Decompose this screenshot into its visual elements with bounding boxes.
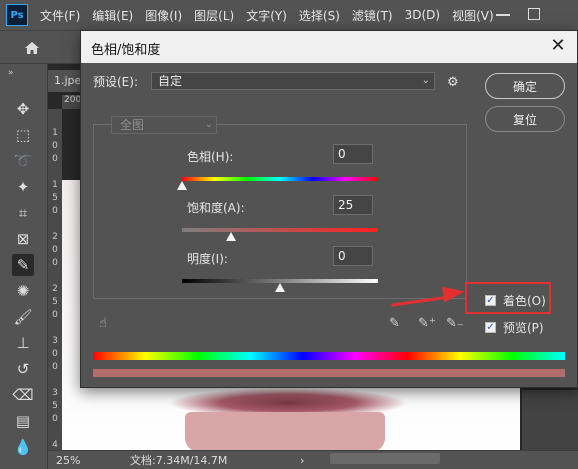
status-bar: 25% 文档:7.34M/14.7M › [48, 450, 578, 469]
marquee-tool-icon[interactable]: ⬚ [12, 124, 34, 146]
menu-type[interactable]: 文字(Y) [240, 7, 293, 24]
eyedropper-plus-icon[interactable]: ✎⁺ [418, 316, 436, 331]
channel-value: 全图 [120, 118, 145, 132]
menu-edit[interactable]: 编辑(E) [86, 7, 139, 24]
horizontal-scrollbar[interactable] [330, 453, 440, 464]
preset-value: 自定 [158, 74, 183, 88]
document-info: 文档:7.34M/14.7M [130, 454, 228, 467]
ok-button[interactable]: 确定 [485, 73, 565, 99]
saturation-slider-thumb[interactable] [226, 232, 236, 241]
hand-icon[interactable]: ☝ [99, 316, 107, 331]
saturation-label: 饱和度(A): [187, 201, 245, 215]
preview-checkbox[interactable]: ✓ [485, 322, 496, 333]
channel-select[interactable]: 全图 ⌄ [111, 116, 217, 134]
lightness-label: 明度(I): [187, 252, 228, 266]
crop-tool-icon[interactable]: ⌗ [12, 202, 34, 224]
hue-input[interactable]: 0 [333, 144, 373, 164]
pot-image [185, 412, 385, 452]
dialog-title: 色相/饱和度 [81, 31, 577, 63]
annotation-arrow-head [441, 283, 467, 303]
hue-label: 色相(H): [187, 150, 234, 164]
gradient-tool-icon[interactable]: ▤ [12, 410, 34, 432]
zoom-level[interactable]: 25% [56, 454, 116, 467]
window-minimize-button[interactable] [496, 14, 510, 16]
colorize-checkbox[interactable]: ✓ [485, 295, 496, 306]
input-color-bar [93, 352, 565, 360]
photoshop-logo: Ps [6, 4, 28, 26]
status-expand-icon[interactable]: › [300, 454, 304, 467]
lightness-slider-thumb[interactable] [275, 283, 285, 292]
chevron-down-icon: ⌄ [421, 75, 430, 86]
magic-wand-tool-icon[interactable]: ✦ [12, 176, 34, 198]
preview-label[interactable]: 预览(P) [503, 319, 544, 336]
home-icon[interactable] [24, 41, 40, 55]
hue-saturation-dialog: 色相/饱和度 ✕ 预设(E): 自定 ⌄ ⚙ 确定 复位 全图 ⌄ 色相(H):… [80, 30, 578, 388]
eraser-tool-icon[interactable]: ⌫ [12, 384, 34, 406]
brush-tool-icon[interactable]: 🖌 [12, 306, 34, 328]
menu-select[interactable]: 选择(S) [293, 7, 346, 24]
menu-image[interactable]: 图像(I) [139, 7, 188, 24]
healing-tool-icon[interactable]: ✺ [12, 280, 34, 302]
eyedropper-icon[interactable]: ✎ [389, 316, 400, 331]
preset-label: 预设(E): [93, 75, 138, 89]
menu-3d[interactable]: 3D(D) [399, 8, 446, 22]
history-brush-tool-icon[interactable]: ↺ [12, 358, 34, 380]
blur-tool-icon[interactable]: 💧 [12, 436, 34, 458]
preset-select[interactable]: 自定 ⌄ [151, 72, 435, 90]
toolbox: » ✥ ⬚ ➰ ✦ ⌗ ⊠ ✎ ✺ 🖌 ⊥ ↺ ⌫ ▤ 💧 [0, 64, 48, 469]
saturation-input[interactable]: 25 [333, 195, 373, 215]
hue-slider-thumb[interactable] [177, 181, 187, 190]
saturation-slider-track[interactable] [182, 228, 378, 232]
lasso-tool-icon[interactable]: ➰ [12, 150, 34, 172]
move-tool-icon[interactable]: ✥ [12, 98, 34, 120]
chevron-down-icon: ⌄ [204, 119, 213, 130]
colorize-label[interactable]: 着色(O) [503, 292, 546, 309]
lightness-input[interactable]: 0 [333, 246, 373, 266]
output-color-bar [93, 369, 565, 377]
ruler-vertical: 1 0 0 1 5 0 2 0 0 2 5 0 3 0 0 3 5 0 4 0 … [48, 109, 62, 469]
menu-file[interactable]: 文件(F) [34, 7, 86, 24]
menu-bar: Ps 文件(F) 编辑(E) 图像(I) 图层(L) 文字(Y) 选择(S) 滤… [0, 0, 578, 30]
hue-slider-track[interactable] [182, 177, 378, 181]
eyedropper-tool-icon[interactable]: ✎ [12, 254, 34, 276]
window-maximize-button[interactable] [528, 8, 540, 20]
gear-icon[interactable]: ⚙ [447, 75, 459, 90]
collapse-icon[interactable]: » [8, 68, 14, 78]
right-panel [522, 390, 578, 450]
eyedropper-minus-icon[interactable]: ✎₋ [446, 316, 464, 331]
frame-tool-icon[interactable]: ⊠ [12, 228, 34, 250]
reset-button[interactable]: 复位 [485, 106, 565, 132]
stamp-tool-icon[interactable]: ⊥ [12, 332, 34, 354]
menu-view[interactable]: 视图(V) [446, 7, 500, 24]
close-icon[interactable]: ✕ [549, 37, 567, 55]
adjustment-group [93, 124, 467, 299]
menu-layer[interactable]: 图层(L) [188, 7, 240, 24]
menu-filter[interactable]: 滤镜(T) [346, 7, 399, 24]
